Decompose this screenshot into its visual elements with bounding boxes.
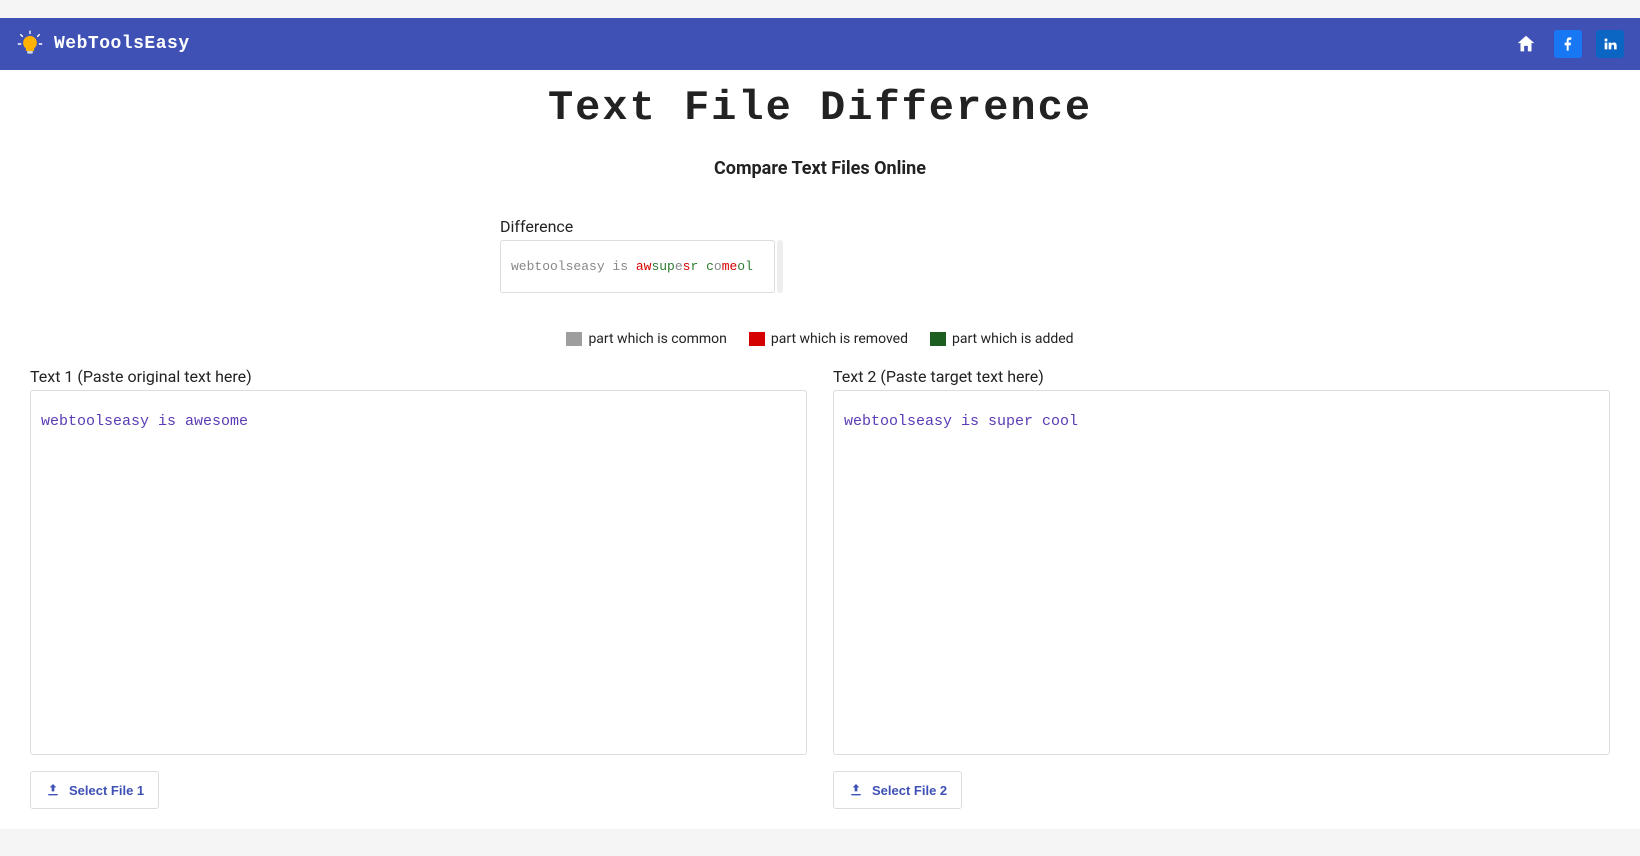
diff-segment-added: r c bbox=[690, 259, 713, 274]
swatch-removed-icon bbox=[749, 332, 765, 346]
home-icon[interactable] bbox=[1512, 30, 1540, 58]
diff-segment-removed: me bbox=[722, 259, 738, 274]
navbar: WebToolsEasy bbox=[0, 18, 1640, 70]
scrollbar[interactable] bbox=[777, 240, 783, 293]
page-title: Text File Difference bbox=[20, 84, 1620, 132]
diff-segment-common: e bbox=[675, 259, 683, 274]
legend-removed-label: part which is removed bbox=[771, 331, 908, 347]
brand[interactable]: WebToolsEasy bbox=[16, 30, 190, 58]
top-strip bbox=[0, 0, 1640, 18]
diff-segment-common: webtoolseasy is bbox=[511, 259, 636, 274]
page-subtitle: Compare Text Files Online bbox=[20, 158, 1620, 179]
upload-icon bbox=[45, 782, 61, 798]
legend-added: part which is added bbox=[930, 331, 1074, 347]
linkedin-icon[interactable] bbox=[1596, 30, 1624, 58]
text2-label: Text 2 (Paste target text here) bbox=[833, 367, 1610, 386]
facebook-icon[interactable] bbox=[1554, 30, 1582, 58]
legend-common: part which is common bbox=[566, 331, 726, 347]
legend-added-label: part which is added bbox=[952, 331, 1074, 347]
select-file-2-label: Select File 2 bbox=[872, 783, 947, 798]
text1-label: Text 1 (Paste original text here) bbox=[30, 367, 807, 386]
legend-common-label: part which is common bbox=[588, 331, 726, 347]
text2-input[interactable] bbox=[833, 390, 1610, 755]
diff-segment-common: o bbox=[714, 259, 722, 274]
text1-input[interactable] bbox=[30, 390, 807, 755]
diff-segment-added: sup bbox=[651, 259, 674, 274]
select-file-1-button[interactable]: Select File 1 bbox=[30, 771, 159, 809]
swatch-added-icon bbox=[930, 332, 946, 346]
diff-label: Difference bbox=[500, 217, 1270, 236]
lightbulb-icon bbox=[16, 30, 44, 58]
upload-icon bbox=[848, 782, 864, 798]
select-file-2-button[interactable]: Select File 2 bbox=[833, 771, 962, 809]
legend-removed: part which is removed bbox=[749, 331, 908, 347]
brand-name: WebToolsEasy bbox=[54, 34, 190, 54]
nav-icons bbox=[1512, 30, 1624, 58]
select-file-1-label: Select File 1 bbox=[69, 783, 144, 798]
diff-segment-removed: aw bbox=[636, 259, 652, 274]
diff-segment-added: ol bbox=[737, 259, 753, 274]
legend: part which is common part which is remov… bbox=[0, 331, 1640, 347]
swatch-common-icon bbox=[566, 332, 582, 346]
diff-output: webtoolseasy is awsupesr comeol bbox=[500, 240, 775, 293]
